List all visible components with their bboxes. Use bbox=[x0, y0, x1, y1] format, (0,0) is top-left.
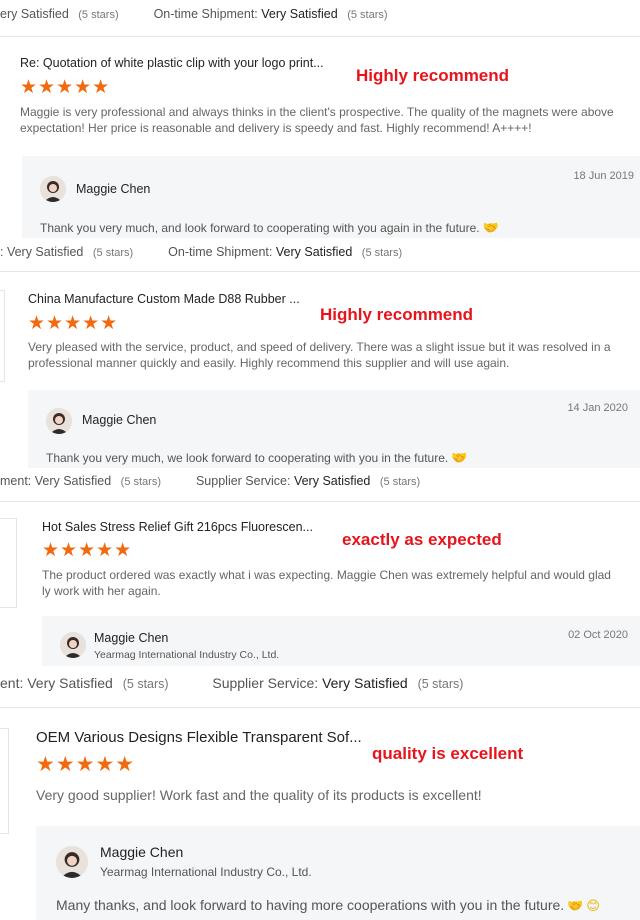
rating-row-1: ery Satisfied (5 stars) On-time Shipment… bbox=[0, 7, 388, 21]
product-thumbnail[interactable] bbox=[0, 290, 5, 382]
product-thumbnail[interactable] bbox=[0, 728, 9, 834]
reply-author: Maggie Chen bbox=[100, 844, 184, 860]
review-title[interactable]: Hot Sales Stress Relief Gift 216pcs Fluo… bbox=[42, 520, 313, 534]
review-title[interactable]: Re: Quotation of white plastic clip with… bbox=[20, 56, 324, 70]
highlight-tag: Highly recommend bbox=[320, 305, 474, 324]
review-text: Very good supplier! Work fast and the qu… bbox=[36, 787, 482, 803]
review-text: Maggie is very professional and always t… bbox=[20, 105, 614, 135]
reply-author: Maggie Chen bbox=[76, 182, 151, 196]
stars-count: (5 stars) bbox=[120, 476, 161, 488]
reply-message: Thank you very much, and look forward to… bbox=[40, 221, 480, 235]
star-icon: ★★★★★ bbox=[28, 313, 119, 334]
shipment-label: On-time Shipment: bbox=[168, 245, 273, 259]
avatar bbox=[40, 176, 66, 202]
reply-author: Maggie Chen bbox=[82, 413, 157, 427]
shipment-value: Very Satisfied bbox=[261, 7, 338, 21]
reply-text: Thank you very much, we look forward to … bbox=[46, 450, 467, 466]
supplier-reply: Maggie Chen Yearmag International Indust… bbox=[42, 616, 640, 666]
reply-date: 14 Jan 2020 bbox=[567, 402, 628, 414]
service-label: Supplier Service: bbox=[212, 675, 319, 691]
reply-message: Thank you very much, we look forward to … bbox=[46, 451, 449, 465]
handshake-icon: 🤝 bbox=[451, 450, 468, 465]
divider bbox=[0, 271, 640, 272]
supplier-reply: Maggie Chen Yearmag International Indust… bbox=[36, 826, 640, 920]
stars-count: (5 stars) bbox=[347, 9, 388, 21]
stars-count: (5 stars) bbox=[361, 247, 403, 259]
reply-text: Thank you very much, and look forward to… bbox=[40, 220, 499, 236]
reply-date: 18 Jun 2019 bbox=[573, 170, 634, 182]
rating-row-3: ment: Very Satisfied (5 stars) Supplier … bbox=[0, 474, 420, 488]
handshake-icon: 🤝 bbox=[482, 220, 499, 235]
reply-message: Many thanks, and look forward to having … bbox=[56, 897, 565, 913]
highlight-tag: Highly recommend bbox=[356, 66, 510, 85]
product-rating: ent: Very Satisfied bbox=[0, 675, 113, 691]
avatar bbox=[46, 408, 72, 434]
stars-count: (5 stars) bbox=[78, 9, 119, 21]
rating-row-4: ent: Very Satisfied (5 stars) Supplier S… bbox=[0, 675, 463, 691]
review-text: The product ordered was exactly what i w… bbox=[42, 568, 611, 598]
reply-text: Many thanks, and look forward to having … bbox=[56, 897, 600, 914]
supplier-reply: Maggie Chen 14 Jan 2020 Thank you very m… bbox=[28, 390, 640, 468]
shipment-label: On-time Shipment: bbox=[153, 7, 258, 21]
review-text: Very pleased with the service, product, … bbox=[28, 340, 611, 370]
handshake-icon: 🤝 bbox=[567, 898, 584, 913]
stars-count: (5 stars) bbox=[122, 677, 169, 691]
highlight-tag: quality is excellent bbox=[372, 744, 524, 763]
service-label: Supplier Service: bbox=[195, 474, 291, 488]
star-icon: ★★★★★ bbox=[42, 540, 133, 561]
divider bbox=[0, 707, 640, 708]
avatar bbox=[60, 632, 86, 658]
stars-count: (5 stars) bbox=[92, 247, 134, 259]
reply-company: Yearmag International Industry Co., Ltd. bbox=[100, 865, 312, 879]
service-value: Very Satisfied bbox=[322, 675, 408, 691]
shipment-value: Very Satisfied bbox=[275, 245, 353, 259]
review-title[interactable]: OEM Various Designs Flexible Transparent… bbox=[36, 729, 362, 746]
divider bbox=[0, 36, 640, 37]
reply-author: Maggie Chen bbox=[94, 631, 169, 645]
stars-count: (5 stars) bbox=[379, 476, 421, 488]
service-value: Very Satisfied bbox=[293, 474, 371, 488]
star-icon: ★★★★★ bbox=[20, 77, 111, 98]
reply-company: Yearmag International Industry Co., Ltd. bbox=[94, 649, 280, 661]
highlight-tag: exactly as expected bbox=[342, 530, 502, 549]
product-rating: : Very Satisfied bbox=[0, 245, 84, 259]
avatar bbox=[56, 846, 88, 878]
supplier-reply: Maggie Chen 18 Jun 2019 Thank you very m… bbox=[22, 156, 640, 238]
smile-icon: 😊 bbox=[586, 898, 600, 913]
product-rating: ery Satisfied bbox=[0, 7, 69, 21]
stars-count: (5 stars) bbox=[417, 677, 464, 691]
product-thumbnail[interactable] bbox=[0, 518, 17, 608]
reply-date: 02 Oct 2020 bbox=[568, 629, 628, 641]
review-title[interactable]: China Manufacture Custom Made D88 Rubber… bbox=[28, 292, 300, 306]
star-icon: ★★★★★ bbox=[36, 753, 136, 776]
rating-row-2: : Very Satisfied (5 stars) On-time Shipm… bbox=[0, 245, 402, 259]
divider bbox=[0, 501, 640, 502]
product-rating: ment: Very Satisfied bbox=[0, 474, 112, 488]
